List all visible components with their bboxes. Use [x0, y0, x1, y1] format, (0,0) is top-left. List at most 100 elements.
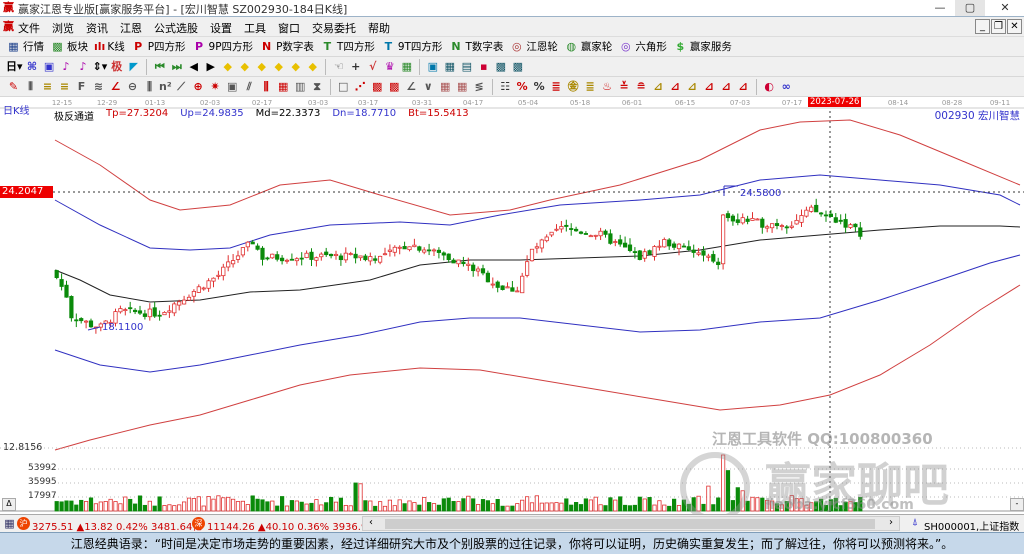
- toolbar-button[interactable]: ≚: [617, 79, 632, 94]
- toolbar-button[interactable]: +: [348, 59, 363, 74]
- quote-list-icon[interactable]: ▦: [2, 516, 17, 531]
- index-selector[interactable]: SH000001,上证指数: [924, 518, 1019, 533]
- toolbar-button[interactable]: ⊿: [668, 79, 683, 94]
- toolbar-button[interactable]: ♨: [600, 79, 615, 94]
- toolbar-button[interactable]: ☷: [498, 79, 513, 94]
- toolbar-button[interactable]: ♛: [382, 59, 397, 74]
- toolbar-button[interactable]: ⟋: [174, 79, 189, 94]
- toolbar-button[interactable]: ▣: [42, 59, 57, 74]
- toolbar-button[interactable]: ◐: [762, 79, 777, 94]
- toolbar-button[interactable]: 日▾: [6, 59, 23, 74]
- toolbar-button[interactable]: ⫽: [242, 79, 257, 94]
- app-menu-icon[interactable]: 赢: [3, 21, 16, 33]
- toolbar-button[interactable]: ⊿: [651, 79, 666, 94]
- toolbar-button[interactable]: ⏭: [169, 59, 184, 74]
- toolbar-button[interactable]: N P数字表: [259, 39, 314, 54]
- toolbar-button[interactable]: ▦: [438, 79, 453, 94]
- toolbar-button[interactable]: ⋰: [353, 79, 368, 94]
- scroll-right-button[interactable]: ›: [889, 517, 893, 528]
- toolbar-button[interactable]: ⧗: [310, 79, 325, 94]
- toolbar-button[interactable]: ◍ 赢家轮: [564, 39, 613, 54]
- toolbar-button[interactable]: ∠: [108, 79, 123, 94]
- toolbar-button[interactable]: ◆: [237, 59, 252, 74]
- toolbar-button[interactable]: 极: [109, 59, 124, 74]
- toolbar-button[interactable]: ⊿: [736, 79, 751, 94]
- minimize-button[interactable]: —: [925, 0, 955, 16]
- menu-item[interactable]: 浏览: [52, 20, 74, 36]
- menu-item[interactable]: 公式选股: [154, 20, 198, 36]
- toolbar-button[interactable]: ▥: [293, 79, 308, 94]
- menu-item[interactable]: 资讯: [86, 20, 108, 36]
- toolbar-button[interactable]: ▦: [399, 59, 414, 74]
- toolbar-button[interactable]: ▦: [276, 79, 291, 94]
- toolbar-button[interactable]: ⊿: [719, 79, 734, 94]
- toolbar-button[interactable]: ⇕▾: [93, 59, 108, 74]
- toolbar-button[interactable]: ◀: [186, 59, 201, 74]
- toolbar-button[interactable]: T 9T四方形: [381, 39, 443, 54]
- toolbar-button[interactable]: ☜: [331, 59, 346, 74]
- toolbar-button[interactable]: N T数字表: [448, 39, 503, 54]
- toolbar-button[interactable]: n²: [159, 79, 172, 94]
- toolbar-button[interactable]: ılı K线: [94, 39, 125, 54]
- mdi-restore-button[interactable]: ❐: [991, 19, 1006, 34]
- menu-item[interactable]: 交易委托: [312, 20, 356, 36]
- toolbar-button[interactable]: ⫼: [259, 79, 274, 94]
- toolbar-button[interactable]: ▦ 行情: [6, 39, 44, 54]
- mdi-close-button[interactable]: ✕: [1007, 19, 1022, 34]
- toolbar-button[interactable]: ♪: [59, 59, 74, 74]
- toolbar-button[interactable]: ≘: [634, 79, 649, 94]
- toolbar-button[interactable]: F: [74, 79, 89, 94]
- toolbar-button[interactable]: ▤: [459, 59, 474, 74]
- scroll-left-button[interactable]: ‹: [369, 517, 373, 528]
- toolbar-button[interactable]: ≶: [472, 79, 487, 94]
- toolbar-button[interactable]: %: [515, 79, 530, 94]
- toolbar-button[interactable]: ∠: [404, 79, 419, 94]
- toolbar-button[interactable]: ▦: [455, 79, 470, 94]
- maximize-button[interactable]: ▢: [955, 0, 985, 16]
- toolbar-button[interactable]: ⊿: [685, 79, 700, 94]
- toolbar-button[interactable]: ▣: [225, 79, 240, 94]
- close-button[interactable]: ✕: [990, 0, 1020, 16]
- toolbar-button[interactable]: ▣: [425, 59, 440, 74]
- toolbar-button[interactable]: ◆: [288, 59, 303, 74]
- collapse-button[interactable]: -: [1010, 498, 1024, 511]
- toolbar-button[interactable]: ≡: [40, 79, 55, 94]
- toolbar-button[interactable]: ⫼: [142, 79, 157, 94]
- toolbar-button[interactable]: ≣: [549, 79, 564, 94]
- toolbar-button[interactable]: ▶: [203, 59, 218, 74]
- toolbar-button[interactable]: ◤: [126, 59, 141, 74]
- toolbar-button[interactable]: ≋: [91, 79, 106, 94]
- toolbar-button[interactable]: ∞: [779, 79, 794, 94]
- menu-item[interactable]: 窗口: [278, 20, 300, 36]
- toolbar-button[interactable]: √: [365, 59, 380, 74]
- toolbar-button[interactable]: P 9P四方形: [192, 39, 253, 54]
- toolbar-button[interactable]: ⊿: [702, 79, 717, 94]
- toolbar-button[interactable]: %: [532, 79, 547, 94]
- menu-item[interactable]: 江恩: [120, 20, 142, 36]
- sz-index-quote[interactable]: 11144.26 ▲40.10 0.36% 3936.97亿: [207, 518, 384, 533]
- toolbar-button[interactable]: ▪: [476, 59, 491, 74]
- toolbar-button[interactable]: ◆: [305, 59, 320, 74]
- toolbar-button[interactable]: P P四方形: [131, 39, 185, 54]
- toolbar-button[interactable]: ≣: [583, 79, 598, 94]
- menu-item[interactable]: 设置: [210, 20, 232, 36]
- toolbar-button[interactable]: ⊕: [191, 79, 206, 94]
- toolbar-button[interactable]: ✎: [6, 79, 21, 94]
- sh-index-quote[interactable]: 3275.51 ▲13.82 0.42% 3481.64亿: [32, 518, 202, 533]
- toolbar-button[interactable]: ▩: [493, 59, 508, 74]
- toolbar-button[interactable]: ◆: [220, 59, 235, 74]
- toolbar-button[interactable]: ⫴: [23, 79, 38, 94]
- menu-item[interactable]: 帮助: [368, 20, 390, 36]
- scroll-thumb[interactable]: [385, 519, 875, 529]
- toolbar-button[interactable]: □: [336, 79, 351, 94]
- toolbar-button[interactable]: ◎ 六角形: [618, 39, 667, 54]
- toolbar-button[interactable]: $ 赢家服务: [673, 39, 732, 54]
- toolbar-button[interactable]: ≡: [57, 79, 72, 94]
- toolbar-button[interactable]: T T四方形: [320, 39, 375, 54]
- toolbar-button[interactable]: ◆: [271, 59, 286, 74]
- toolbar-button[interactable]: ▩: [387, 79, 402, 94]
- toolbar-button[interactable]: ◎ 江恩轮: [509, 39, 558, 54]
- toolbar-button[interactable]: ⏮: [152, 59, 167, 74]
- toolbar-button[interactable]: ◆: [254, 59, 269, 74]
- horizontal-scrollbar[interactable]: ‹ ›: [362, 516, 900, 531]
